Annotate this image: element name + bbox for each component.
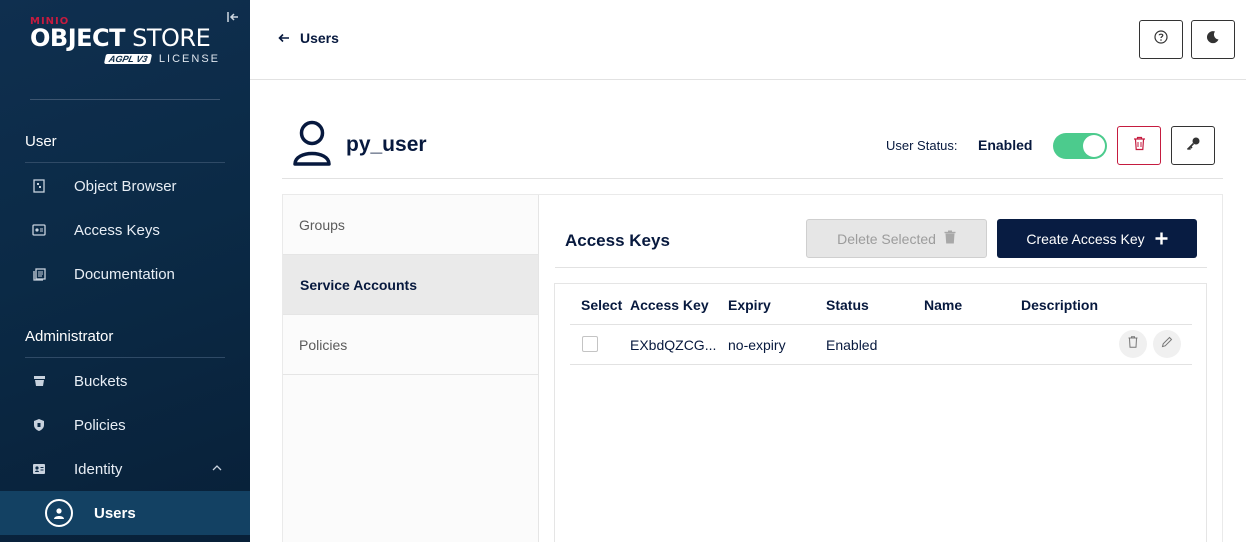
user-status-label: User Status: xyxy=(886,138,958,153)
column-header-status[interactable]: Status xyxy=(826,297,869,313)
delete-selected-label: Delete Selected xyxy=(837,230,936,247)
tab-service-accounts[interactable]: Service Accounts xyxy=(283,255,538,315)
sidebar-item-label: Object Browser xyxy=(74,177,177,195)
divider xyxy=(570,324,1192,325)
agpl-badge: AGPL V3 xyxy=(103,54,152,64)
column-header-expiry[interactable]: Expiry xyxy=(728,297,771,313)
divider xyxy=(555,267,1207,268)
sidebar-item-label: Documentation xyxy=(74,265,175,283)
access-keys-icon xyxy=(30,221,48,239)
back-link[interactable]: Users xyxy=(278,30,339,46)
identity-icon xyxy=(30,460,48,478)
collapse-sidebar-icon[interactable] xyxy=(225,10,241,26)
section-title-administrator: Administrator xyxy=(25,328,114,345)
access-keys-table: Select Access Key Expiry Status Name Des… xyxy=(554,283,1207,542)
sidebar-item-access-keys[interactable]: Access Keys xyxy=(0,210,250,250)
logo[interactable]: MINIO OBJECT STORE AGPL V3 LICENSE xyxy=(30,16,230,65)
status-cell: Enabled xyxy=(826,337,878,353)
column-header-access-key[interactable]: Access Key xyxy=(630,297,709,313)
chevron-up-icon xyxy=(212,463,222,475)
help-button[interactable] xyxy=(1139,20,1183,59)
section-title-user: User xyxy=(25,133,57,150)
policies-icon xyxy=(30,416,48,434)
divider xyxy=(282,178,1223,179)
user-avatar-icon xyxy=(292,120,332,171)
sidebar: MINIO OBJECT STORE AGPL V3 LICENSE User … xyxy=(0,0,250,542)
column-header-description[interactable]: Description xyxy=(1021,297,1098,313)
column-header-name[interactable]: Name xyxy=(924,297,962,313)
top-bar: Users xyxy=(250,0,1246,80)
user-status-value: Enabled xyxy=(978,137,1033,153)
logo-product: OBJECT STORE xyxy=(30,24,211,52)
pencil-icon xyxy=(1161,335,1173,353)
toggle-knob xyxy=(1083,135,1105,157)
delete-selected-button[interactable]: Delete Selected xyxy=(806,219,987,258)
column-header-select: Select xyxy=(581,297,623,313)
vertical-tabs: Groups Service Accounts Policies xyxy=(283,195,539,542)
license-label: LICENSE xyxy=(158,53,220,65)
expiry-cell: no-expiry xyxy=(728,337,786,353)
tab-groups[interactable]: Groups xyxy=(283,195,538,255)
key-icon xyxy=(1186,136,1201,156)
plus-icon xyxy=(1155,232,1168,246)
sidebar-item-label: Identity xyxy=(74,460,123,478)
buckets-icon xyxy=(30,372,48,390)
trash-icon xyxy=(1133,136,1146,156)
create-access-key-label: Create Access Key xyxy=(1026,230,1145,247)
page-title: py_user xyxy=(346,133,427,156)
delete-user-button[interactable] xyxy=(1117,126,1161,165)
sidebar-item-label: Access Keys xyxy=(74,221,160,239)
sidebar-item-label: Policies xyxy=(74,416,126,434)
section-title: Access Keys xyxy=(565,231,670,250)
divider xyxy=(25,357,225,358)
create-access-key-button[interactable]: Create Access Key xyxy=(997,219,1197,258)
divider xyxy=(30,99,220,100)
divider xyxy=(570,364,1192,365)
access-key-cell: EXbdQZCG... xyxy=(630,337,717,353)
user-status-toggle[interactable] xyxy=(1053,133,1107,159)
user-details-panel: Groups Service Accounts Policies Access … xyxy=(282,194,1223,542)
tab-policies[interactable]: Policies xyxy=(283,315,538,375)
documentation-icon xyxy=(30,265,48,283)
moon-icon xyxy=(1206,30,1220,49)
change-password-button[interactable] xyxy=(1171,126,1215,165)
row-select-checkbox[interactable] xyxy=(582,336,598,352)
divider xyxy=(25,162,225,163)
sidebar-item-policies[interactable]: Policies xyxy=(0,405,250,445)
sidebar-item-buckets[interactable]: Buckets xyxy=(0,361,250,401)
user-circle-icon xyxy=(45,499,73,527)
help-icon xyxy=(1154,30,1168,49)
sidebar-item-label: Users xyxy=(94,504,136,522)
sidebar-item-object-browser[interactable]: Object Browser xyxy=(0,166,250,206)
trash-icon xyxy=(944,230,956,247)
sidebar-item-label: Buckets xyxy=(74,372,128,390)
back-label: Users xyxy=(300,30,339,46)
trash-icon xyxy=(1128,335,1138,353)
object-browser-icon xyxy=(30,177,48,195)
dark-mode-toggle[interactable] xyxy=(1191,20,1235,59)
sidebar-item-users[interactable]: Users xyxy=(0,491,250,535)
delete-row-button[interactable] xyxy=(1119,330,1147,358)
sidebar-item-documentation[interactable]: Documentation xyxy=(0,254,250,294)
edit-row-button[interactable] xyxy=(1153,330,1181,358)
sidebar-item-identity[interactable]: Identity xyxy=(0,449,250,489)
back-arrow-icon xyxy=(278,30,290,46)
